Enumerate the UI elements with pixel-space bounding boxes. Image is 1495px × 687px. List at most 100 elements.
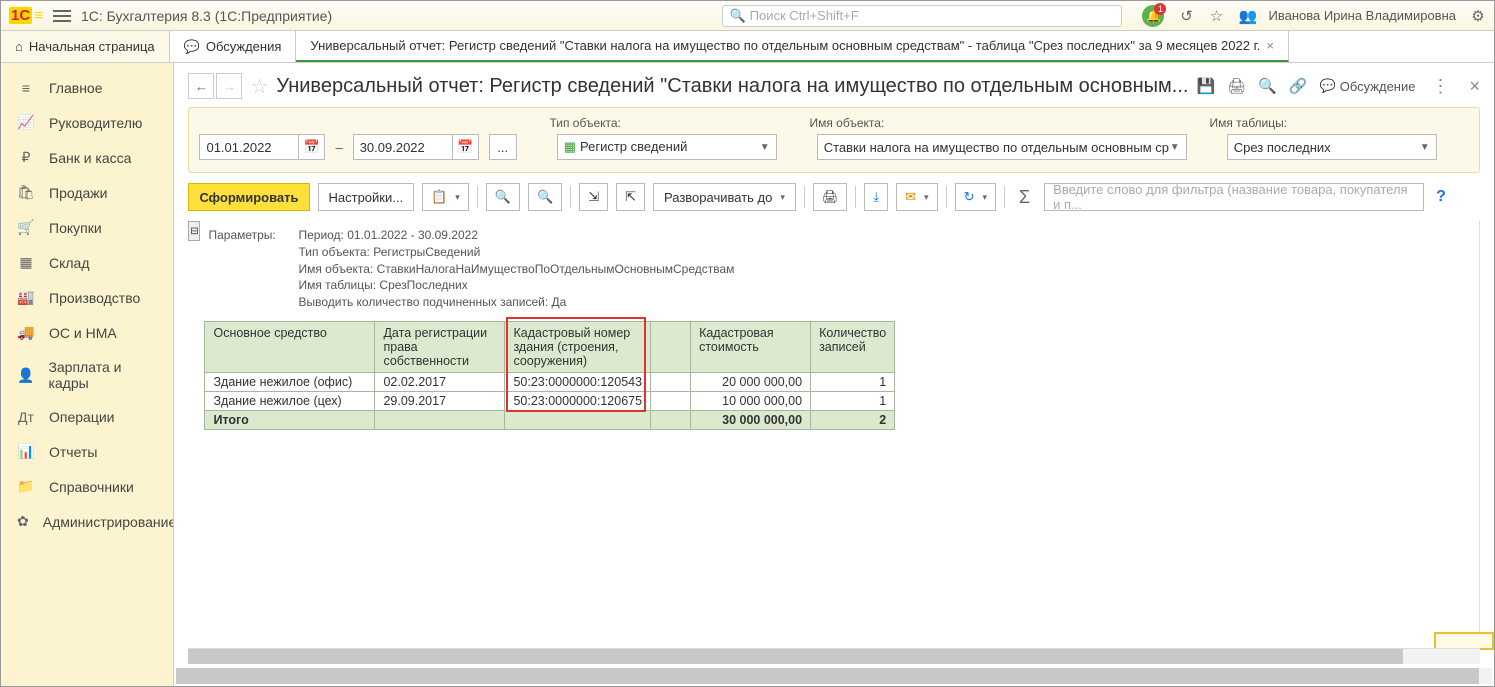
tab-report-label: Универсальный отчет: Регистр сведений "С… bbox=[310, 38, 1260, 53]
table-row[interactable]: Здание нежилое (офис)02.02.201750:23:000… bbox=[205, 372, 895, 391]
inner-scrollbar[interactable] bbox=[188, 648, 1480, 664]
sidebar-icon: ₽ bbox=[17, 149, 35, 166]
sidebar-icon: ≡ bbox=[17, 80, 35, 96]
preview-icon[interactable]: 🔍 bbox=[1258, 77, 1277, 95]
cell-os: Здание нежилое (цех) bbox=[205, 391, 375, 410]
sidebar-item[interactable]: 📊Отчеты bbox=[1, 434, 173, 469]
calendar-to-icon[interactable]: 📅 bbox=[453, 134, 479, 160]
history-icon[interactable]: ↺ bbox=[1178, 7, 1194, 25]
table-name-select[interactable]: Срез последних ▼ bbox=[1227, 134, 1437, 160]
params-label: Параметры: bbox=[208, 227, 298, 244]
period-picker-button[interactable]: ... bbox=[489, 134, 517, 160]
sidebar-label: Руководителю bbox=[49, 115, 142, 131]
th-kad: Кадастровый номер здания (строения, соор… bbox=[505, 321, 651, 372]
page-title: Универсальный отчет: Регистр сведений "С… bbox=[276, 75, 1188, 98]
chevron-down-icon: ▼ bbox=[760, 142, 770, 153]
sidebar-item[interactable]: 📁 Справочники bbox=[1, 469, 173, 504]
search-next-icon: 🔍 bbox=[537, 189, 553, 205]
nav-back-button[interactable]: ← bbox=[188, 73, 214, 99]
variants-button[interactable]: 📋▾ bbox=[422, 183, 469, 211]
settings-icon[interactable]: ⚙ bbox=[1470, 7, 1486, 25]
object-type-select[interactable]: ▦Регистр сведений ▼ bbox=[557, 134, 777, 160]
app-logo: 1C≡ bbox=[9, 7, 43, 24]
more-icon[interactable]: ⋮ bbox=[1431, 76, 1449, 97]
sidebar-item[interactable]: 🏭Производство bbox=[1, 280, 173, 315]
collapse-all-button[interactable]: ⇱ bbox=[616, 183, 645, 211]
link-icon[interactable]: 🔗 bbox=[1289, 77, 1308, 95]
param-type: Тип объекта: РегистрыСведений bbox=[298, 245, 480, 259]
mail-icon: ✉ bbox=[905, 189, 916, 205]
label-object-type: Тип объекта: bbox=[549, 116, 799, 130]
sidebar-item[interactable]: 📈Руководителю bbox=[1, 105, 173, 140]
find-button[interactable]: 🔍 bbox=[486, 183, 520, 211]
filter-input[interactable]: Введите слово для фильтра (название това… bbox=[1044, 183, 1424, 211]
sidebar-icon: 🛒 bbox=[17, 219, 35, 236]
outer-scrollbar[interactable] bbox=[176, 668, 1492, 684]
sidebar-item[interactable]: ₽ Банк и касса bbox=[1, 140, 173, 175]
table-row[interactable]: Здание нежилое (цех)29.09.201750:23:0000… bbox=[205, 391, 895, 410]
collapse-handle[interactable]: ⊟ bbox=[188, 221, 200, 241]
date-to-input[interactable]: 30.09.2022 bbox=[353, 134, 453, 160]
date-from-input[interactable]: 01.01.2022 bbox=[199, 134, 299, 160]
favorite-icon[interactable]: ☆ bbox=[1208, 7, 1224, 25]
global-search[interactable]: 🔍 Поиск Ctrl+Shift+F bbox=[722, 5, 1122, 27]
tab-discussions[interactable]: 💬 Обсуждения bbox=[170, 31, 297, 62]
tab-home-label: Начальная страница bbox=[29, 39, 155, 54]
nav-forward-button[interactable]: → bbox=[216, 73, 242, 99]
chevron-down-icon: ▼ bbox=[1170, 142, 1180, 153]
discuss-button[interactable]: 💬 Обсуждение bbox=[1320, 78, 1416, 94]
sidebar-label: Покупки bbox=[49, 220, 102, 236]
tab-report[interactable]: Универсальный отчет: Регистр сведений "С… bbox=[296, 31, 1289, 62]
sidebar-item[interactable]: ДтОперации bbox=[1, 400, 173, 434]
sidebar-item[interactable]: ≡Главное bbox=[1, 71, 173, 105]
sidebar-item[interactable]: ✿Администрирование bbox=[1, 504, 173, 539]
cell-empty bbox=[651, 391, 691, 410]
filter-placeholder: Введите слово для фильтра (название това… bbox=[1053, 182, 1415, 212]
cell-cnt: 1 bbox=[811, 391, 895, 410]
expand-all-button[interactable]: ⇲ bbox=[579, 183, 608, 211]
favorite-star-icon[interactable]: ☆ bbox=[250, 74, 268, 99]
object-name-select[interactable]: Ставки налога на имущество по отдельным … bbox=[817, 134, 1187, 160]
sidebar-item[interactable]: 🛍Продажи bbox=[1, 175, 173, 210]
find-next-button[interactable]: 🔍 bbox=[528, 183, 562, 211]
sidebar-item[interactable]: 👤Зарплата и кадры bbox=[1, 350, 173, 400]
notifications-bell-icon[interactable]: 🔔1 bbox=[1142, 5, 1164, 27]
cell-empty bbox=[651, 372, 691, 391]
tab-home[interactable]: ⌂ Начальная страница bbox=[1, 31, 170, 62]
settings-label: Настройки... bbox=[329, 190, 404, 205]
save-button[interactable]: ⤓ bbox=[864, 183, 888, 211]
close-icon[interactable]: × bbox=[1469, 76, 1480, 97]
param-count: Выводить количество подчиненных записей:… bbox=[298, 295, 566, 309]
print-icon[interactable]: 🖨 bbox=[1227, 77, 1246, 95]
user-name[interactable]: Иванова Ирина Владимировна bbox=[1268, 8, 1456, 23]
th-cost: Кадастровая стоимость bbox=[691, 321, 811, 372]
sidebar-label: Зарплата и кадры bbox=[48, 359, 157, 391]
sidebar-item[interactable]: 🛒 Покупки bbox=[1, 210, 173, 245]
sigma-icon: Σ bbox=[1013, 187, 1036, 208]
sidebar-item[interactable]: 🚚ОС и НМА bbox=[1, 315, 173, 350]
th-os: Основное средство bbox=[205, 321, 375, 372]
label-object-name: Имя объекта: bbox=[809, 116, 1199, 130]
search-icon: 🔍 bbox=[495, 189, 511, 205]
report-area: ⊟ Параметры:Период: 01.01.2022 - 30.09.2… bbox=[188, 221, 1480, 640]
refresh-icon: ↻ bbox=[964, 189, 975, 205]
expand-to-button[interactable]: Разворачивать до▾ bbox=[653, 183, 796, 211]
settings-button[interactable]: Настройки... bbox=[318, 183, 415, 211]
calendar-from-icon[interactable]: 📅 bbox=[299, 134, 325, 160]
users-icon[interactable]: 👥 bbox=[1238, 7, 1254, 25]
sidebar-label: Справочники bbox=[49, 479, 134, 495]
print-button[interactable]: 🖨 bbox=[813, 183, 848, 211]
tab-close-icon[interactable]: × bbox=[1266, 38, 1274, 53]
refresh-button[interactable]: ↻▾ bbox=[955, 183, 996, 211]
sidebar-item[interactable]: ▦Склад bbox=[1, 245, 173, 280]
cell-cost: 20 000 000,00 bbox=[691, 372, 811, 391]
report-parameters: Параметры:Период: 01.01.2022 - 30.09.202… bbox=[204, 221, 1479, 317]
sidebar-icon: 📁 bbox=[17, 478, 35, 495]
param-obj: Имя объекта: СтавкиНалогаНаИмуществоПоОт… bbox=[298, 262, 734, 276]
email-button[interactable]: ✉▾ bbox=[896, 183, 937, 211]
menu-icon[interactable] bbox=[53, 10, 71, 22]
form-button[interactable]: Сформировать bbox=[188, 183, 309, 211]
sidebar-label: Банк и касса bbox=[49, 150, 131, 166]
save-icon[interactable]: 💾 bbox=[1196, 77, 1215, 95]
help-icon[interactable]: ? bbox=[1436, 188, 1446, 206]
